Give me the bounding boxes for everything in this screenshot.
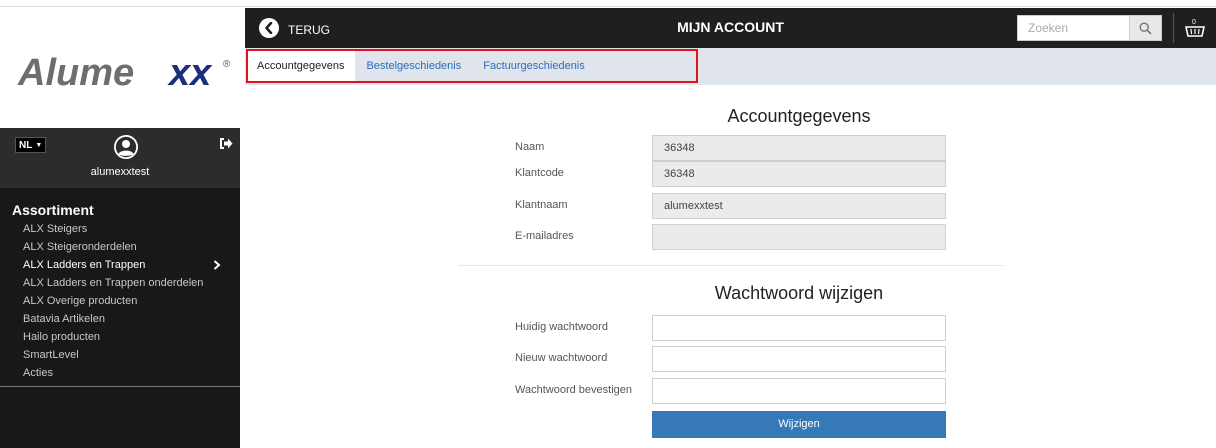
sidebar-item-alx-ladders-onderdelen[interactable]: ALX Ladders en Trappen onderdelen — [0, 274, 240, 292]
back-label: TERUG — [288, 23, 330, 37]
change-password-button[interactable]: Wijzigen — [652, 411, 946, 438]
sidebar-item-label: ALX Ladders en Trappen — [23, 259, 146, 271]
confirm-password-field[interactable] — [652, 378, 946, 404]
back-circle-icon — [259, 18, 279, 38]
sidebar-divider — [0, 386, 240, 387]
sidebar: NL ▼ alumexxtest Assortiment ALX Steiger… — [0, 128, 240, 448]
label-klantnaam: Klantnaam — [515, 199, 568, 211]
caret-down-icon: ▼ — [35, 141, 43, 149]
klantnaam-field: alumexxtest — [652, 193, 946, 219]
search-button[interactable] — [1129, 16, 1161, 40]
svg-text:0: 0 — [1192, 19, 1196, 26]
alumexx-logo[interactable]: Alume xx ® — [14, 48, 240, 98]
label-naam: Naam — [515, 141, 545, 153]
top-strip — [0, 0, 1216, 7]
label-emailadres: E-mailadres — [515, 230, 574, 242]
tab-bar: Accountgegevens Bestelgeschiedenis Factu… — [245, 48, 1216, 85]
naam-field: 36348 — [652, 135, 946, 161]
search-input[interactable] — [1018, 16, 1129, 40]
back-button[interactable]: TERUG — [259, 18, 330, 38]
password-section-title: Wachtwoord wijzigen — [714, 283, 884, 303]
sidebar-item-hailo-producten[interactable]: Hailo producten — [0, 328, 240, 346]
label-wachtwoord-bevestigen: Wachtwoord bevestigen — [515, 384, 632, 396]
logo-text-1: Alume — [17, 52, 134, 94]
account-tabs: Accountgegevens Bestelgeschiedenis Factu… — [246, 51, 596, 83]
logo-text-2: xx — [167, 52, 213, 94]
user-avatar-icon[interactable] — [113, 134, 139, 160]
language-value: NL — [19, 139, 33, 151]
sidebar-user-panel: NL ▼ alumexxtest — [0, 128, 240, 188]
tab-factuurgeschiedenis[interactable]: Factuurgeschiedenis — [472, 51, 596, 81]
search-box — [1017, 15, 1162, 41]
tab-bestelgeschiedenis[interactable]: Bestelgeschiedenis — [355, 51, 472, 81]
current-password-field[interactable] — [652, 315, 946, 341]
language-select[interactable]: NL ▼ — [15, 137, 47, 153]
tab-accountgegevens[interactable]: Accountgegevens — [246, 51, 356, 81]
label-klantcode: Klantcode — [515, 167, 564, 179]
nav-heading[interactable]: Assortiment — [0, 202, 240, 218]
emailadres-field — [652, 224, 946, 250]
chevron-right-icon — [213, 260, 221, 270]
sidebar-item-smartlevel[interactable]: SmartLevel — [0, 346, 240, 364]
new-password-field[interactable] — [652, 346, 946, 372]
account-section-title: Accountgegevens — [727, 106, 871, 126]
cart-button[interactable]: 0 — [1181, 15, 1209, 41]
sidebar-item-alx-steigeronderdelen[interactable]: ALX Steigeronderdelen — [0, 238, 240, 256]
logout-icon[interactable] — [219, 137, 233, 150]
search-icon — [1139, 21, 1152, 35]
label-huidig-wachtwoord: Huidig wachtwoord — [515, 321, 608, 333]
username: alumexxtest — [90, 166, 150, 178]
sidebar-nav: Assortiment ALX Steigers ALX Steigeronde… — [0, 188, 240, 382]
sidebar-item-alx-ladders-en-trappen[interactable]: ALX Ladders en Trappen — [0, 256, 240, 274]
sidebar-item-alx-steigers[interactable]: ALX Steigers — [0, 220, 240, 238]
logo-trademark: ® — [223, 59, 231, 70]
header-separator — [1173, 13, 1174, 43]
basket-icon: 0 — [1185, 19, 1205, 37]
sidebar-item-alx-overige-producten[interactable]: ALX Overige producten — [0, 292, 240, 310]
sidebar-item-batavia-artikelen[interactable]: Batavia Artikelen — [0, 310, 240, 328]
header-bar: TERUG MIJN ACCOUNT 0 — [245, 8, 1216, 48]
label-nieuw-wachtwoord: Nieuw wachtwoord — [515, 352, 608, 364]
sidebar-item-acties[interactable]: Acties — [0, 364, 240, 382]
klantcode-field: 36348 — [652, 161, 946, 187]
section-divider — [458, 265, 1003, 266]
page: Alume xx ® TERUG MIJN ACCOUNT 0 — [0, 0, 1216, 448]
